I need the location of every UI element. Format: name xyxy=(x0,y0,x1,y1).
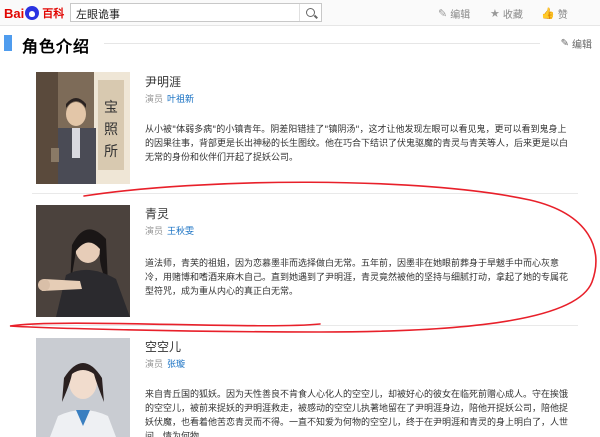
svg-text:宝: 宝 xyxy=(104,100,118,116)
section-accent-bar xyxy=(4,35,12,51)
search-box[interactable]: 左眼诡事 xyxy=(70,3,322,22)
section-edit-button[interactable]: ✎ 编辑 xyxy=(561,36,592,51)
character-portrait[interactable] xyxy=(36,338,130,437)
actor-link[interactable]: 张璇 xyxy=(167,360,185,370)
character-portrait[interactable] xyxy=(36,205,130,317)
actor-label: 演员 xyxy=(145,227,164,237)
character-description: 从小被"体弱多病"的小镇青年。阴差阳错挂了"镇阴汤"，这才让他发现左眼可以看见鬼… xyxy=(145,125,569,163)
paw-icon xyxy=(25,6,40,20)
entry-divider xyxy=(32,193,578,194)
character-description: 道法师，青芙的祖姐，因为恋慕墨非而选择做白无常。五年前，因墨非在她眼前葬身于旱魃… xyxy=(145,259,569,297)
svg-text:所: 所 xyxy=(104,144,118,160)
svg-text:照: 照 xyxy=(104,122,118,138)
portrait-1-image: 宝 照 所 xyxy=(36,72,130,184)
actor-link[interactable]: 叶祖新 xyxy=(167,95,194,105)
collect-label: 收藏 xyxy=(502,9,523,21)
like-label: 赞 xyxy=(557,9,568,21)
baidu-baike-logo[interactable]: Bai 百科 xyxy=(4,5,64,21)
portrait-3-image xyxy=(36,338,130,437)
section-divider xyxy=(104,43,540,44)
pencil-icon: ✎ xyxy=(560,38,569,49)
thumbs-up-icon: 👍 xyxy=(541,6,555,20)
logo-bai-text: Bai xyxy=(4,5,25,21)
character-portrait[interactable]: 宝 照 所 xyxy=(36,72,130,184)
character-name: 青灵 xyxy=(145,207,170,221)
search-button[interactable] xyxy=(299,4,321,21)
actor-link[interactable]: 王秋雯 xyxy=(167,227,194,237)
logo-baike-text: 百科 xyxy=(42,7,65,20)
search-icon xyxy=(306,8,315,17)
character-description: 来自青丘国的狐妖。因为天性善良不肯食人心化人的空空儿，却被好心的彼女在临死前赠心… xyxy=(145,390,569,437)
actor-line: 演员 叶祖新 xyxy=(145,92,194,105)
actor-label: 演员 xyxy=(145,360,164,370)
like-button[interactable]: 👍 赞 xyxy=(541,6,568,21)
star-icon: ★ xyxy=(490,6,500,20)
character-name: 空空儿 xyxy=(145,340,182,354)
section-header: 角色介绍 ✎ 编辑 xyxy=(4,34,596,56)
character-name: 尹明涯 xyxy=(145,75,182,89)
portrait-2-image xyxy=(36,205,130,317)
actor-line: 演员 王秋雯 xyxy=(145,224,194,237)
section-title: 角色介绍 xyxy=(22,37,91,56)
actor-label: 演员 xyxy=(145,95,164,105)
actor-line: 演员 张璇 xyxy=(145,357,185,370)
edit-label: 编辑 xyxy=(450,9,471,21)
edit-button[interactable]: ✎ 编辑 xyxy=(438,6,471,21)
entry-divider xyxy=(32,325,578,326)
pencil-icon: ✎ xyxy=(438,6,448,20)
top-bar: Bai 百科 左眼诡事 ✎ 编辑 ★ 收藏 👍 赞 xyxy=(0,0,600,26)
section-edit-label: 编辑 xyxy=(572,40,592,51)
search-input[interactable]: 左眼诡事 xyxy=(76,6,120,22)
collect-button[interactable]: ★ 收藏 xyxy=(490,6,523,21)
